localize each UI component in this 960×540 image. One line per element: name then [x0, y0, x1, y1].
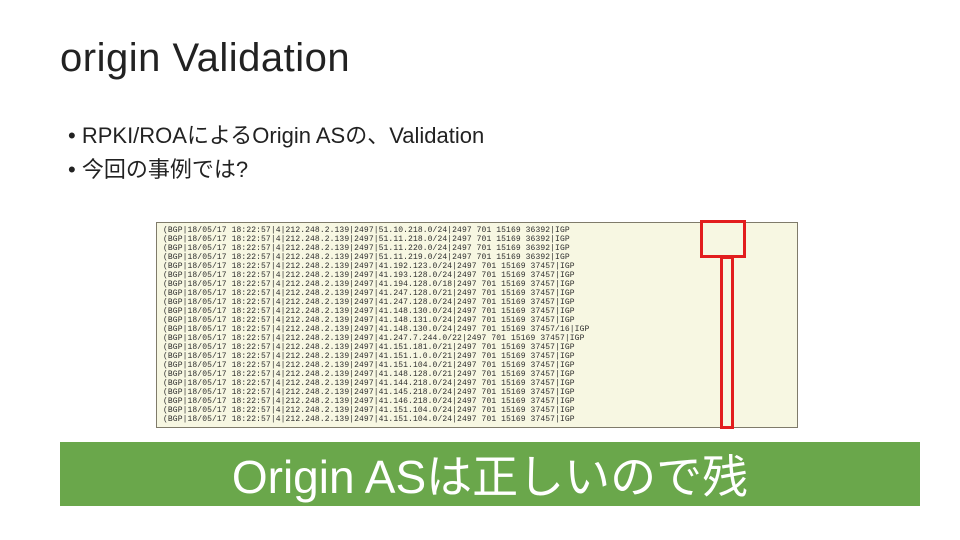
conclusion-text: Origin ASは正しいので残	[232, 441, 748, 507]
page-title: origin Validation	[60, 36, 900, 81]
conclusion-banner: Origin ASは正しいので残	[60, 442, 920, 506]
bullet-2: 今回の事例では?	[68, 153, 900, 187]
highlight-box-top	[700, 220, 746, 258]
highlight-box-column	[720, 256, 734, 429]
slide: origin Validation RPKI/ROAによるOrigin ASの、…	[0, 0, 960, 540]
bullet-list: RPKI/ROAによるOrigin ASの、Validation 今回の事例では…	[60, 119, 900, 187]
bullet-1: RPKI/ROAによるOrigin ASの、Validation	[68, 119, 900, 153]
